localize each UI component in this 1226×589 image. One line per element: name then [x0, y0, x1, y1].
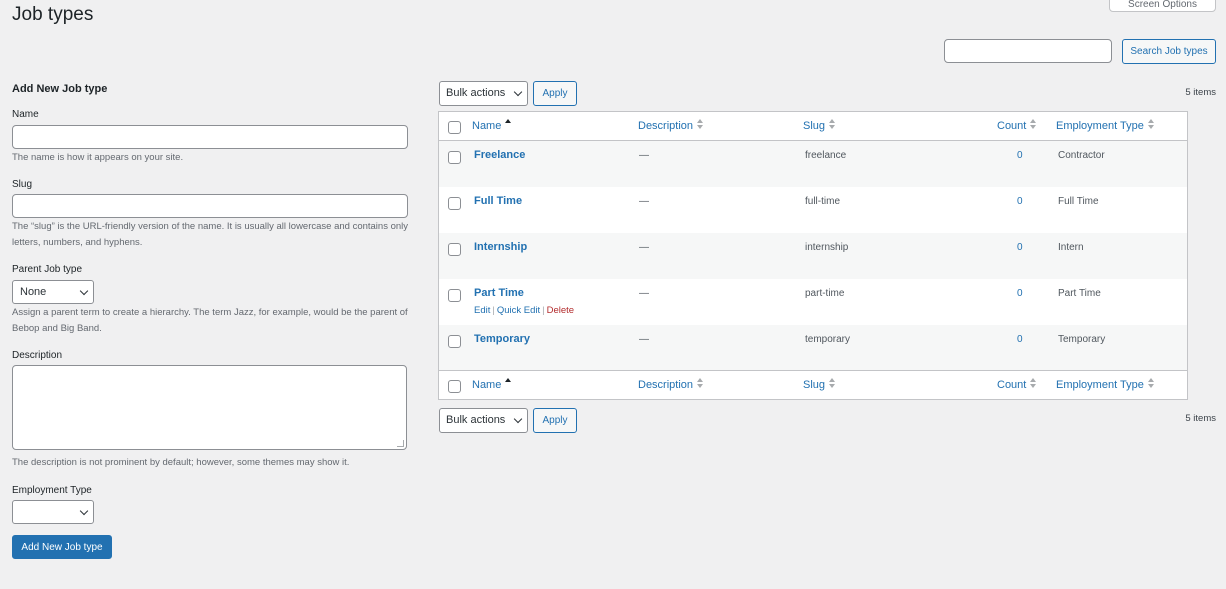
- quick-edit-link[interactable]: Quick Edit: [497, 305, 540, 316]
- parent-help: Assign a parent term to create a hierarc…: [12, 307, 408, 334]
- sort-ascending-icon: [505, 119, 513, 130]
- row-checkbox[interactable]: [448, 151, 461, 164]
- term-count-link[interactable]: 0: [1017, 334, 1023, 345]
- edit-link[interactable]: Edit: [474, 305, 490, 316]
- term-count-link[interactable]: 0: [1017, 242, 1023, 253]
- chevron-down-icon: [513, 414, 523, 424]
- table-row: Freelance — freelance 0 Contractor: [439, 141, 1187, 187]
- term-count-link[interactable]: 0: [1017, 288, 1023, 299]
- term-name-link[interactable]: Internship: [474, 241, 527, 253]
- term-employment: Part Time: [1058, 288, 1101, 299]
- sort-icon: [829, 378, 837, 389]
- job-types-table: Name Description Slug Count Employment T…: [438, 111, 1188, 400]
- term-name-link[interactable]: Freelance: [474, 149, 525, 161]
- row-checkbox[interactable]: [448, 289, 461, 302]
- column-footer-count[interactable]: Count: [997, 378, 1038, 391]
- sort-icon: [1147, 378, 1156, 389]
- table-header: Name Description Slug Count Employment T…: [439, 112, 1187, 141]
- column-footer-employment[interactable]: Employment Type: [1056, 378, 1156, 391]
- resize-grip-icon[interactable]: [397, 440, 404, 447]
- description-textarea[interactable]: [12, 365, 407, 450]
- bulk-actions-select-top[interactable]: Bulk actions: [439, 81, 528, 106]
- slug-field[interactable]: [12, 194, 408, 218]
- chevron-down-icon: [79, 286, 89, 296]
- add-job-type-button[interactable]: Add New Job type: [12, 535, 112, 559]
- name-label: Name: [12, 109, 39, 120]
- column-header-slug[interactable]: Slug: [803, 119, 837, 132]
- bulk-actions-label: Bulk actions: [446, 414, 506, 426]
- term-description: —: [639, 242, 649, 253]
- table-row: Temporary — temporary 0 Temporary: [439, 325, 1187, 371]
- description-help: The description is not prominent by defa…: [12, 457, 350, 468]
- parent-selected-value: None: [20, 286, 47, 298]
- row-checkbox[interactable]: [448, 197, 461, 210]
- page-title: Job types: [12, 4, 94, 25]
- term-slug: part-time: [805, 288, 845, 299]
- apply-button-bottom[interactable]: Apply: [533, 408, 577, 433]
- items-count-top: 5 items: [1185, 87, 1216, 98]
- select-all-checkbox[interactable]: [448, 380, 461, 393]
- description-label: Description: [12, 350, 63, 361]
- sort-icon: [697, 119, 705, 130]
- table-row: Part Time Edit | Quick Edit | Delete — part-…: [439, 279, 1187, 325]
- column-header-count[interactable]: Count: [997, 119, 1038, 132]
- sort-icon: [697, 378, 705, 389]
- term-description: —: [639, 196, 649, 207]
- column-header-employment[interactable]: Employment Type: [1056, 119, 1156, 132]
- term-employment: Intern: [1058, 242, 1084, 253]
- column-footer-name[interactable]: Name: [472, 378, 513, 391]
- column-header-name[interactable]: Name: [472, 119, 513, 132]
- form-heading: Add New Job type: [12, 83, 108, 95]
- row-actions: Edit | Quick Edit | Delete: [474, 305, 575, 316]
- table-row: Internship — internship 0 Intern: [439, 233, 1187, 279]
- parent-label: Parent Job type: [12, 264, 83, 275]
- apply-button-top[interactable]: Apply: [533, 81, 577, 106]
- employment-label: Employment Type: [12, 485, 92, 496]
- term-slug: freelance: [805, 150, 847, 161]
- term-description: —: [639, 334, 649, 345]
- term-description: —: [639, 150, 649, 161]
- term-slug: full-time: [805, 196, 841, 207]
- screen-options-tab[interactable]: Screen Options: [1109, 0, 1216, 12]
- sort-icon: [1147, 119, 1156, 130]
- column-footer-slug[interactable]: Slug: [803, 378, 837, 391]
- term-name-link[interactable]: Full Time: [474, 195, 522, 207]
- bulk-actions-label: Bulk actions: [446, 87, 506, 99]
- row-checkbox[interactable]: [448, 243, 461, 256]
- sort-icon: [829, 119, 837, 130]
- delete-link[interactable]: Delete: [547, 305, 574, 316]
- term-count-link[interactable]: 0: [1017, 196, 1023, 207]
- term-slug: temporary: [805, 334, 851, 345]
- column-header-description[interactable]: Description: [638, 119, 705, 132]
- slug-help: The “slug” is the URL-friendly version o…: [12, 221, 409, 248]
- table-footer: Name Description Slug Count Employment T…: [439, 370, 1187, 399]
- chevron-down-icon: [513, 87, 523, 97]
- name-field[interactable]: [12, 125, 408, 149]
- items-count-bottom: 5 items: [1185, 413, 1216, 424]
- term-description: —: [639, 288, 649, 299]
- chevron-down-icon: [79, 506, 89, 516]
- row-checkbox[interactable]: [448, 335, 461, 348]
- term-employment: Full Time: [1058, 196, 1099, 207]
- sort-icon: [1030, 378, 1038, 389]
- term-employment: Contractor: [1058, 150, 1105, 161]
- parent-select[interactable]: None: [12, 280, 94, 304]
- sort-icon: [1030, 119, 1038, 130]
- term-name-link[interactable]: Temporary: [474, 333, 530, 345]
- term-count-link[interactable]: 0: [1017, 150, 1023, 161]
- slug-label: Slug: [12, 179, 33, 190]
- search-input[interactable]: [944, 39, 1112, 63]
- name-help: The name is how it appears on your site.: [12, 152, 184, 163]
- select-all-checkbox[interactable]: [448, 121, 461, 134]
- term-name-link[interactable]: Part Time: [474, 287, 524, 299]
- employment-select[interactable]: [12, 500, 94, 524]
- term-slug: internship: [805, 242, 849, 253]
- column-footer-description[interactable]: Description: [638, 378, 705, 391]
- table-row: Full Time — full-time 0 Full Time: [439, 187, 1187, 233]
- search-button[interactable]: Search Job types: [1122, 39, 1216, 64]
- sort-ascending-icon: [505, 378, 513, 389]
- bulk-actions-select-bottom[interactable]: Bulk actions: [439, 408, 528, 433]
- term-employment: Temporary: [1058, 334, 1106, 345]
